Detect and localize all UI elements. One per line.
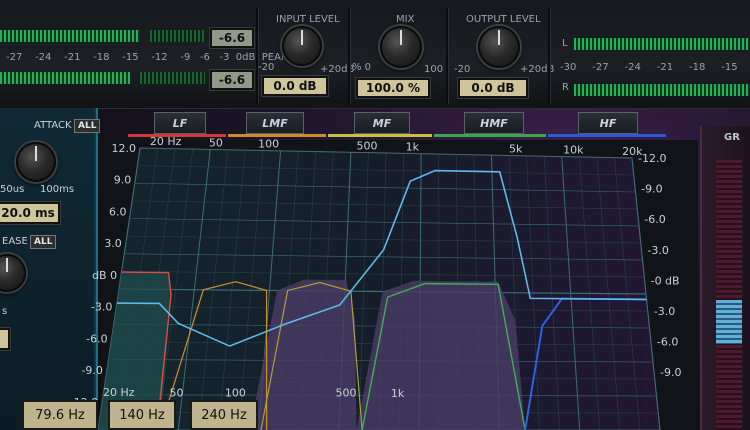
left-db-label: -6.0 [86,332,107,345]
bottom-freq-label: 100 [225,386,246,399]
lf-crossover-freq[interactable]: 79.6 Hz [22,400,98,430]
eq-response-graph[interactable]: 20 Hz 50 100 500 1k 5k 10k 20k20 Hz 50 100 500 1k12… [0,0,750,430]
left-db-label: -3.0 [91,301,112,314]
mf-crossover-freq[interactable]: 240 Hz [190,400,258,430]
right-db-label: -9.0 [660,366,681,379]
top-freq-label: 1k [406,140,420,153]
lmf-crossover-freq[interactable]: 140 Hz [108,400,176,430]
top-freq-label: 100 [258,137,279,150]
right-db-label: -3.0 [654,305,675,318]
bottom-freq-label: 50 [169,386,183,399]
left-db-label: 3.0 [104,237,122,250]
right-db-label: -6.0 [657,336,678,349]
top-freq-label: 10k [563,144,584,157]
top-freq-label: 20 Hz [150,135,182,148]
top-freq-label: 5k [509,143,523,156]
right-db-label: -9.0 [641,183,662,196]
multiband-compressor-window: -27 -24 -21 -18 -15 -12 -9 -6 -3 0dB PEA… [0,0,750,430]
top-freq-label: 500 [356,139,377,152]
bottom-freq-label: 20 Hz [103,386,135,399]
left-db-label: 9.0 [114,174,132,187]
left-db-label: 12.0 [112,142,137,155]
left-db-label: dB 0 [92,269,117,282]
mf-band-fill [356,280,526,430]
right-db-label: -12.0 [638,152,666,165]
right-db-label: -0 dB [651,274,680,287]
bottom-freq-label: 1k [391,387,405,400]
right-db-label: -6.0 [644,213,665,226]
gr-meter-lit [716,300,742,344]
top-freq-label: 50 [209,136,223,149]
gr-meter [716,160,742,430]
gr-label: GR [724,132,740,143]
bottom-freq-label: 500 [336,387,357,400]
left-db-label: -9.0 [81,364,102,377]
left-db-label: 6.0 [109,205,127,218]
right-db-label: -3.0 [647,244,668,257]
